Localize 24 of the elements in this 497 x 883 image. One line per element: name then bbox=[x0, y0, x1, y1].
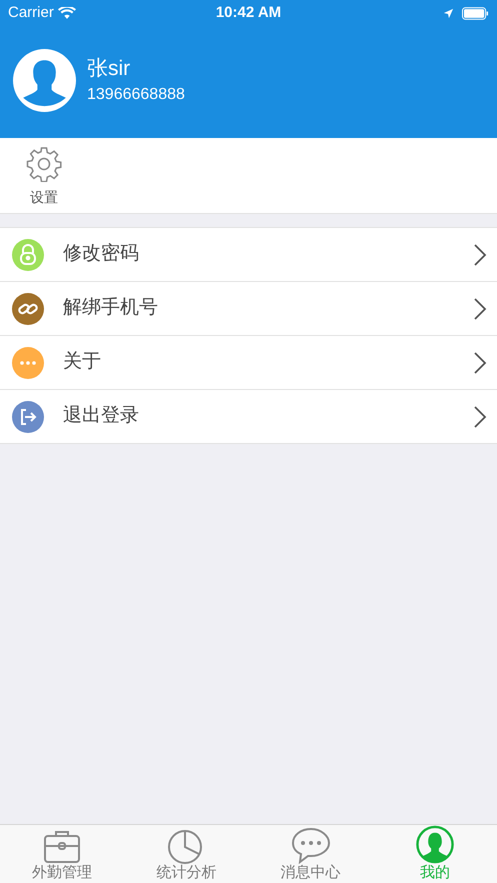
battery-icon bbox=[462, 6, 489, 20]
tab[interactable]: 统计分析 bbox=[124, 825, 248, 883]
tab[interactable]: 外勤管理 bbox=[0, 825, 124, 883]
chevron-right-icon bbox=[473, 242, 487, 266]
person-icon bbox=[414, 825, 455, 864]
wifi-icon bbox=[58, 6, 76, 20]
chevron-right-icon bbox=[473, 296, 487, 320]
settings-shortcut[interactable]: 设置 bbox=[26, 138, 62, 213]
menu-row[interactable]: 退出登录 bbox=[0, 390, 497, 444]
menu-row[interactable]: 关于 bbox=[0, 336, 497, 390]
briefcase-icon bbox=[42, 828, 82, 864]
tab[interactable]: 消息中心 bbox=[248, 825, 373, 883]
settings-icon bbox=[26, 146, 62, 182]
menu-row[interactable]: 解绑手机号 bbox=[0, 282, 497, 336]
user-name: 张sir bbox=[87, 56, 132, 82]
chat-bubble-icon bbox=[290, 826, 331, 864]
chevron-right-icon bbox=[473, 350, 487, 374]
clock-time: 10:42 AM bbox=[216, 2, 282, 23]
carrier-label: Carrier bbox=[8, 2, 54, 23]
chevron-right-icon bbox=[473, 404, 487, 428]
phone-number: 13966668888 bbox=[87, 84, 185, 104]
avatar bbox=[12, 48, 77, 113]
menu-row[interactable]: 修改密码 bbox=[0, 228, 497, 282]
location-arrow-icon bbox=[443, 8, 454, 18]
